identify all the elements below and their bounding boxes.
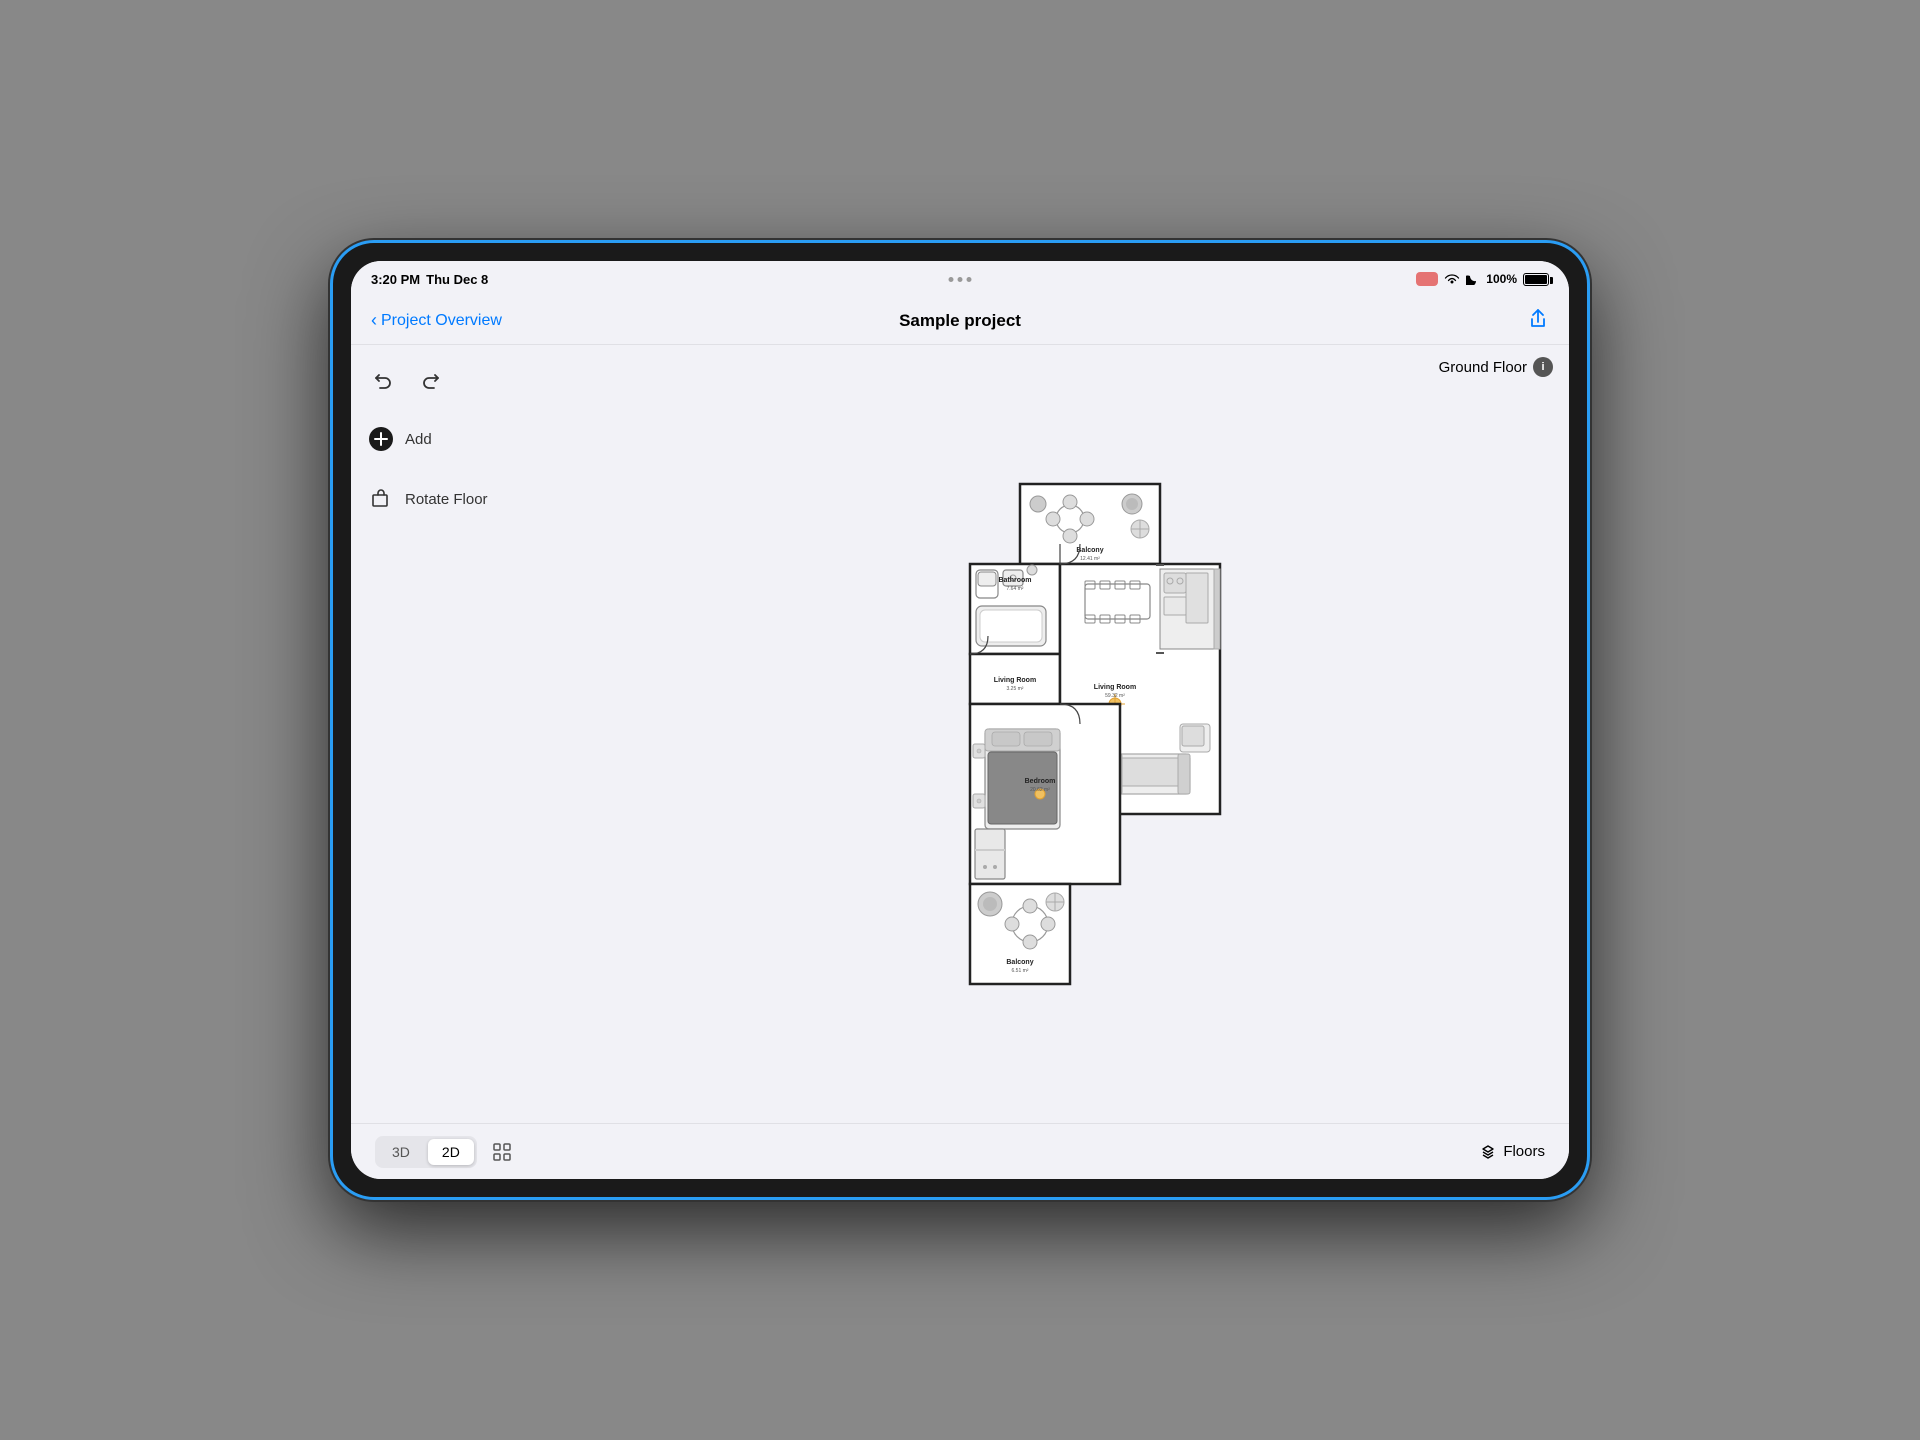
fingerprint-icon bbox=[1416, 272, 1438, 286]
info-button[interactable]: i bbox=[1533, 357, 1553, 377]
redo-icon bbox=[420, 370, 442, 392]
plus-circle-icon bbox=[368, 426, 394, 452]
floors-button[interactable]: Floors bbox=[1479, 1143, 1545, 1161]
rotate-label: Rotate Floor bbox=[405, 491, 488, 508]
svg-text:Balcony: Balcony bbox=[1006, 959, 1033, 966]
moon-icon bbox=[1466, 273, 1480, 285]
bottom-toolbar: 3D 2D Floors bbox=[351, 1123, 1569, 1179]
svg-text:7.64 m²: 7.64 m² bbox=[1007, 586, 1024, 592]
sidebar: Add Rotate Floor bbox=[351, 345, 531, 1123]
svg-text:3.25 m²: 3.25 m² bbox=[1007, 686, 1024, 692]
grid-view-button[interactable] bbox=[487, 1137, 517, 1167]
add-label: Add bbox=[405, 431, 432, 448]
share-icon bbox=[1527, 307, 1549, 329]
floorplan-area: Ground Floor i bbox=[531, 345, 1569, 1123]
back-label: Project Overview bbox=[381, 312, 502, 330]
floor-label-text: Ground Floor bbox=[1439, 359, 1527, 376]
svg-text:Living Room: Living Room bbox=[1094, 684, 1136, 691]
svg-text:Bathroom: Bathroom bbox=[998, 577, 1031, 584]
view-mode-buttons: 3D 2D bbox=[375, 1136, 477, 1168]
undo-icon bbox=[372, 370, 394, 392]
floor-label-container: Ground Floor i bbox=[1439, 357, 1553, 377]
floors-label: Floors bbox=[1503, 1143, 1545, 1160]
rotate-icon bbox=[367, 485, 395, 513]
status-right: 100% bbox=[1416, 272, 1549, 286]
wifi-icon bbox=[1444, 273, 1460, 285]
add-button[interactable]: Add bbox=[367, 421, 515, 457]
view-2d-button[interactable]: 2D bbox=[428, 1139, 474, 1165]
ipad-device: 3:20 PM Thu Dec 8 100% bbox=[330, 240, 1590, 1200]
rotate-floor-button[interactable]: Rotate Floor bbox=[367, 481, 515, 517]
svg-text:Living Room: Living Room bbox=[994, 677, 1036, 684]
back-button[interactable]: ‹ Project Overview bbox=[371, 310, 502, 331]
battery-icon bbox=[1523, 273, 1549, 286]
svg-text:20.62 m²: 20.62 m² bbox=[1030, 787, 1050, 793]
svg-text:12.41 m²: 12.41 m² bbox=[1080, 556, 1100, 562]
chevron-left-icon: ‹ bbox=[371, 310, 377, 331]
main-content: Add Rotate Floor Ground Floor i bbox=[351, 345, 1569, 1123]
status-bar: 3:20 PM Thu Dec 8 100% bbox=[351, 261, 1569, 297]
page-title: Sample project bbox=[899, 311, 1021, 331]
floors-icon bbox=[1479, 1143, 1497, 1161]
svg-text:59.32 m²: 59.32 m² bbox=[1105, 693, 1125, 699]
history-toolbar bbox=[367, 365, 515, 397]
view-3d-button[interactable]: 3D bbox=[378, 1139, 424, 1165]
svg-text:6.51 m²: 6.51 m² bbox=[1012, 968, 1029, 974]
battery-percent: 100% bbox=[1486, 272, 1517, 286]
share-button[interactable] bbox=[1527, 307, 1549, 334]
grid-icon bbox=[491, 1141, 513, 1163]
rotate-floor-icon bbox=[369, 487, 393, 511]
svg-text:Bedroom: Bedroom bbox=[1025, 778, 1056, 785]
redo-button[interactable] bbox=[415, 365, 447, 397]
floorplan-svg[interactable]: Balcony 12.41 m² bbox=[870, 474, 1230, 994]
add-icon bbox=[367, 425, 395, 453]
status-left: 3:20 PM Thu Dec 8 bbox=[371, 272, 488, 287]
ipad-screen: 3:20 PM Thu Dec 8 100% bbox=[351, 261, 1569, 1179]
navigation-bar: ‹ Project Overview Sample project bbox=[351, 297, 1569, 345]
svg-text:Balcony: Balcony bbox=[1076, 547, 1103, 554]
status-date: Thu Dec 8 bbox=[426, 272, 488, 287]
undo-button[interactable] bbox=[367, 365, 399, 397]
status-time: 3:20 PM bbox=[371, 272, 420, 287]
